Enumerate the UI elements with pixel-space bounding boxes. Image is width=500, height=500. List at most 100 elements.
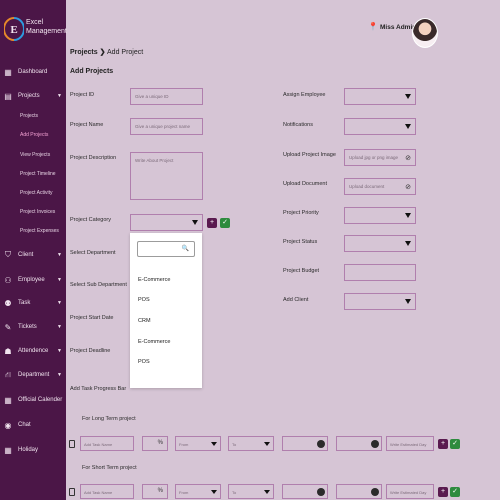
dropdown-option[interactable]: E-Commerce	[138, 339, 170, 345]
confirm-category-button[interactable]: ✓	[220, 218, 230, 228]
pushpin-icon: 📍	[368, 22, 378, 31]
project-name-input[interactable]: Give a unique project name	[130, 118, 203, 135]
breadcrumb-root[interactable]: Projects	[70, 49, 98, 56]
sidebar-item-attendence[interactable]: ☗ Attendence ▼	[0, 344, 66, 358]
breadcrumb: Projects ❯ Add Project	[70, 48, 143, 56]
sidebar-subitem-project-expenses[interactable]: Project Expenses	[20, 228, 59, 234]
paperclip-icon: ⊘	[405, 155, 411, 162]
brand-logo-icon: E	[4, 17, 24, 41]
caret-down-icon	[211, 490, 217, 494]
project-category-select[interactable]	[130, 214, 203, 231]
short-term-from-select[interactable]: From	[175, 484, 221, 499]
long-term-from-select[interactable]: From	[175, 436, 221, 451]
short-term-task-name-input[interactable]: Add Task Name	[80, 484, 134, 499]
project-priority-select[interactable]	[344, 207, 416, 224]
breadcrumb-current: Add Project	[107, 49, 144, 56]
caret-down-icon	[405, 213, 411, 218]
upload-project-image-input[interactable]: Upload jpg or png image ⊘	[344, 149, 416, 166]
add-client-select[interactable]	[344, 293, 416, 310]
caret-down-icon	[405, 124, 411, 129]
long-term-confirm-button[interactable]: ✓	[450, 439, 460, 449]
holiday-calendar-icon: ▦	[4, 445, 12, 455]
sidebar-subitem-add-projects[interactable]: Add Projects	[20, 132, 48, 138]
caret-down-icon	[192, 220, 198, 225]
short-term-estimate-input[interactable]: Write Estimated Day	[386, 484, 434, 499]
admin-name: Miss Admin	[380, 23, 417, 31]
sidebar-item-client[interactable]: ⛉ Client ▼	[0, 248, 66, 262]
sidebar-item-task[interactable]: ⚉ Task ▼	[0, 296, 66, 310]
chevron-down-icon: ▼	[57, 252, 62, 258]
sidebar-item-official-calender[interactable]: ▦ Official Calender	[0, 393, 66, 407]
admin-menu[interactable]: 📍 Miss Admin	[368, 22, 416, 32]
users-icon: ⚇	[4, 275, 12, 285]
chevron-down-icon: ▼	[57, 372, 62, 378]
short-term-confirm-button[interactable]: ✓	[450, 487, 460, 497]
brand[interactable]: E Excel Management	[4, 13, 67, 49]
caret-down-icon	[211, 442, 217, 446]
long-term-add-button[interactable]: +	[438, 439, 448, 449]
task-progress-title: Add Task Progress Bar	[70, 386, 127, 392]
sidebar-subitem-project-activity[interactable]: Project Activity	[20, 190, 53, 196]
caret-down-icon	[264, 490, 270, 494]
project-id-input[interactable]: Give a unique ID	[130, 88, 203, 105]
paperclip-icon: ⊘	[405, 184, 411, 191]
sidebar-item-holiday[interactable]: ▦ Holiday	[0, 443, 66, 457]
sidebar-item-chat[interactable]: ◉ Chat	[0, 418, 66, 432]
short-term-checkbox[interactable]	[69, 488, 75, 496]
select-sub-department-label: Select Sub Department	[70, 282, 127, 288]
dropdown-option[interactable]: POS	[138, 297, 150, 303]
notifications-select[interactable]	[344, 118, 416, 135]
short-term-to-select[interactable]: To	[228, 484, 274, 499]
long-term-estimate-input[interactable]: Write Estimated Day	[386, 436, 434, 451]
sidebar-item-dashboard[interactable]: ▦ Dashboard	[0, 65, 66, 79]
project-budget-input[interactable]	[344, 264, 416, 281]
sidebar-subitem-project-invoices[interactable]: Project Invoices	[20, 209, 55, 215]
add-category-button[interactable]: +	[207, 218, 217, 228]
project-description-label: Project Description	[70, 155, 117, 161]
calendar-icon: ▦	[4, 395, 12, 405]
sitemap-icon: ⛙	[5, 370, 11, 379]
project-id-label: Project ID	[70, 92, 95, 98]
short-term-percent-input[interactable]: %	[142, 484, 168, 499]
long-term-percent-input[interactable]: %	[142, 436, 168, 451]
short-term-date-picker[interactable]	[282, 484, 328, 499]
sidebar-subitem-view-projects[interactable]: View Projects	[20, 152, 50, 158]
sidebar-subitem-projects[interactable]: Projects	[20, 113, 38, 119]
project-budget-label: Project Budget	[283, 268, 320, 274]
brand-name: Excel Management	[26, 19, 67, 35]
short-term-add-button[interactable]: +	[438, 487, 448, 497]
upload-project-image-label: Upload Project Image	[283, 152, 336, 158]
add-client-label: Add Client	[283, 297, 309, 303]
assign-employee-select[interactable]	[344, 88, 416, 105]
long-term-to-select[interactable]: To	[228, 436, 274, 451]
project-deadline-label: Project Deadline	[70, 348, 111, 354]
search-icon: 🔍	[181, 246, 189, 252]
avatar[interactable]	[412, 18, 438, 48]
chevron-down-icon: ▼	[57, 324, 62, 330]
caret-down-icon	[405, 241, 411, 246]
sidebar-item-department[interactable]: ⛙ Department ▼	[0, 368, 66, 382]
project-status-select[interactable]	[344, 235, 416, 252]
project-description-textarea[interactable]: Write About Project	[130, 152, 203, 200]
long-term-time-picker[interactable]	[336, 436, 382, 451]
fingerprint-icon: ☗	[4, 346, 12, 356]
sidebar-item-projects[interactable]: ▤ Projects ▼	[0, 89, 66, 103]
long-term-task-name-input[interactable]: Add Task Name	[80, 436, 134, 451]
dropdown-option[interactable]: E-Commerce	[138, 277, 170, 283]
dropdown-option[interactable]: CRM	[138, 318, 151, 324]
project-priority-label: Project Priority	[283, 210, 319, 216]
upload-document-input[interactable]: Upload document ⊘	[344, 178, 416, 195]
sidebar-item-employee[interactable]: ⚇ Employee ▼	[0, 273, 66, 287]
long-term-date-picker[interactable]	[282, 436, 328, 451]
chevron-down-icon: ▼	[57, 277, 62, 283]
clock-icon	[371, 488, 379, 496]
short-term-time-picker[interactable]	[336, 484, 382, 499]
dropdown-search-input[interactable]: 🔍	[137, 241, 195, 257]
handshake-icon: ⛉	[5, 250, 11, 259]
svg-text:E: E	[10, 24, 17, 36]
dropdown-option[interactable]: POS	[138, 359, 150, 365]
caret-down-icon	[405, 94, 411, 99]
long-term-checkbox[interactable]	[69, 440, 75, 448]
sidebar-item-tickets[interactable]: ✎ Tickets ▼	[0, 320, 66, 334]
sidebar-subitem-project-timeline[interactable]: Project Timeline	[20, 171, 56, 177]
